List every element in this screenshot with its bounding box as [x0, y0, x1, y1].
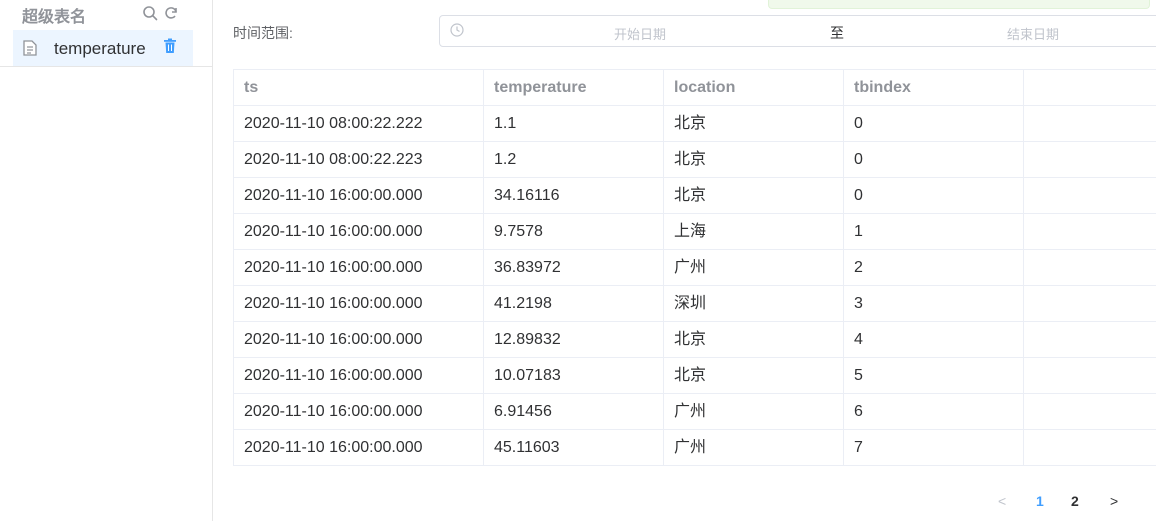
table-cell-empty [1024, 358, 1156, 394]
column-header[interactable]: ts [234, 70, 484, 106]
table-cell: 2020-11-10 16:00:00.000 [234, 250, 484, 286]
table-cell: 2 [844, 250, 1024, 286]
table-header-row: ts temperature location tbindex [234, 70, 1156, 106]
data-table: ts temperature location tbindex 2020-11-… [233, 69, 1156, 466]
table-row: 2020-11-10 16:00:00.000 45.11603 广州 7 [234, 430, 1156, 466]
table-cell: 2020-11-10 08:00:22.223 [234, 142, 484, 178]
table-row: 2020-11-10 16:00:00.000 41.2198 深圳 3 [234, 286, 1156, 322]
table-cell: 北京 [664, 178, 844, 214]
table-cell-empty [1024, 142, 1156, 178]
page-2-button[interactable]: 2 [1071, 493, 1079, 509]
table-row: 2020-11-10 08:00:22.223 1.2 北京 0 [234, 142, 1156, 178]
table-cell: 12.89832 [484, 322, 664, 358]
chevron-left-icon[interactable]: < [998, 493, 1006, 509]
table-cell: 6 [844, 394, 1024, 430]
alert-message [768, 0, 1150, 9]
table-cell: 41.2198 [484, 286, 664, 322]
sidebar-divider [0, 66, 212, 67]
table-cell: 0 [844, 142, 1024, 178]
column-header[interactable]: location [664, 70, 844, 106]
table-cell-empty [1024, 250, 1156, 286]
table-row: 2020-11-10 16:00:00.000 34.16116 北京 0 [234, 178, 1156, 214]
sidebar-title: 超级表名 [22, 9, 87, 26]
table-cell: 45.11603 [484, 430, 664, 466]
table-cell: 1 [844, 214, 1024, 250]
table-cell: 10.07183 [484, 358, 664, 394]
table-row: 2020-11-10 16:00:00.000 36.83972 广州 2 [234, 250, 1156, 286]
sidebar-item-label: temperature [54, 39, 146, 58]
table-cell: 北京 [664, 142, 844, 178]
table-cell-empty [1024, 430, 1156, 466]
document-icon [23, 40, 37, 61]
sidebar: 超级表名 temperature [0, 0, 213, 521]
table-cell: 4 [844, 322, 1024, 358]
range-separator: 至 [830, 25, 844, 41]
column-header[interactable]: temperature [484, 70, 664, 106]
page-1-button[interactable]: 1 [1036, 493, 1044, 509]
table-cell: 1.1 [484, 106, 664, 142]
table-cell: 2020-11-10 08:00:22.222 [234, 106, 484, 142]
clock-icon [450, 23, 464, 42]
table-cell: 34.16116 [484, 178, 664, 214]
end-date-input[interactable]: 结束日期 [1007, 24, 1059, 43]
table-cell: 2020-11-10 16:00:00.000 [234, 394, 484, 430]
time-range-label: 时间范围: [233, 25, 293, 41]
table-cell-empty [1024, 322, 1156, 358]
table-cell-empty [1024, 286, 1156, 322]
sidebar-header: 超级表名 [0, 0, 212, 28]
table-row: 2020-11-10 08:00:22.222 1.1 北京 0 [234, 106, 1156, 142]
table-cell: 0 [844, 178, 1024, 214]
refresh-icon[interactable] [163, 5, 179, 21]
table-cell: 3 [844, 286, 1024, 322]
table-cell: 2020-11-10 16:00:00.000 [234, 358, 484, 394]
table-cell: 7 [844, 430, 1024, 466]
start-date-input[interactable]: 开始日期 [614, 24, 666, 43]
table-cell: 广州 [664, 430, 844, 466]
table-cell: 2020-11-10 16:00:00.000 [234, 430, 484, 466]
table-cell: 9.7578 [484, 214, 664, 250]
table-cell: 2020-11-10 16:00:00.000 [234, 214, 484, 250]
table-cell: 0 [844, 106, 1024, 142]
table-cell-empty [1024, 214, 1156, 250]
sidebar-item-temperature[interactable]: temperature [13, 30, 193, 66]
column-header[interactable]: tbindex [844, 70, 1024, 106]
table-row: 2020-11-10 16:00:00.000 9.7578 上海 1 [234, 214, 1156, 250]
search-icon[interactable] [142, 5, 158, 21]
table-cell: 上海 [664, 214, 844, 250]
table-cell: 5 [844, 358, 1024, 394]
table-row: 2020-11-10 16:00:00.000 12.89832 北京 4 [234, 322, 1156, 358]
table-cell-empty [1024, 178, 1156, 214]
table-cell: 2020-11-10 16:00:00.000 [234, 178, 484, 214]
table-row: 2020-11-10 16:00:00.000 10.07183 北京 5 [234, 358, 1156, 394]
table-cell: 北京 [664, 106, 844, 142]
table-cell: 北京 [664, 358, 844, 394]
trash-icon[interactable] [163, 38, 177, 59]
table-row: 2020-11-10 16:00:00.000 6.91456 广州 6 [234, 394, 1156, 430]
table-cell: 36.83972 [484, 250, 664, 286]
table-cell: 1.2 [484, 142, 664, 178]
table-cell: 2020-11-10 16:00:00.000 [234, 286, 484, 322]
column-header-empty [1024, 70, 1156, 106]
date-range-picker[interactable]: 开始日期 至 结束日期 [439, 15, 1156, 47]
chevron-right-icon[interactable]: > [1110, 493, 1118, 509]
table-cell: 北京 [664, 322, 844, 358]
table-cell: 2020-11-10 16:00:00.000 [234, 322, 484, 358]
table-cell-empty [1024, 106, 1156, 142]
table-cell: 深圳 [664, 286, 844, 322]
table-cell: 广州 [664, 394, 844, 430]
table-cell: 广州 [664, 250, 844, 286]
table-cell: 6.91456 [484, 394, 664, 430]
table-cell-empty [1024, 394, 1156, 430]
